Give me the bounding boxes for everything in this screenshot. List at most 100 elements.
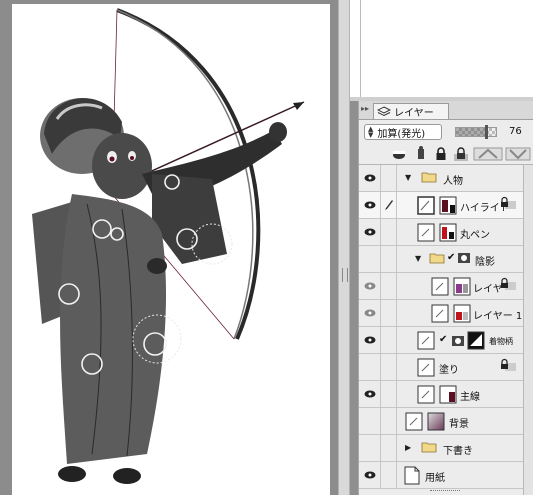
layer-lock-toolbar [359,144,533,165]
edit-target-column[interactable] [381,246,397,272]
layer-list-scrollbar[interactable] [523,165,533,495]
panel-resize-grip[interactable] [430,490,460,494]
eye-icon [364,471,376,479]
layer-list: ▼ 人物 ハイライト 丸ペン ▼ ✔ 陰影 レイヤ レイヤー 1 ✔ 着物柄 塗… [359,165,533,495]
layer-row-layer-a[interactable]: レイヤ [359,273,533,300]
folder-open-icon [421,172,437,183]
blend-row: ▲ ▼ 加算(発光) 76 [359,120,533,144]
layer-thumbnail [431,277,449,296]
layer-row-paper[interactable]: 用紙 [359,462,533,489]
opacity-value[interactable]: 76 [509,126,522,137]
chevron-down-icon[interactable]: ▼ [415,254,421,263]
layer-row-round-pen[interactable]: 丸ペン [359,219,533,246]
layer-name: 下書き [443,446,473,457]
layer-thumbnail [439,223,457,242]
paper-layer-icon [404,466,420,485]
pen-edit-icon [385,200,393,210]
layer-row-background[interactable]: 背景 [359,408,533,435]
visibility-toggle[interactable] [359,462,381,488]
layer-row-main-line[interactable]: 主線 [359,381,533,408]
layer-row-person-folder[interactable]: ▼ 人物 [359,165,533,192]
edit-target-column[interactable] [381,300,397,326]
edit-target-column[interactable] [381,192,397,218]
lock-transparent-icon[interactable] [453,146,469,162]
opacity-slider-handle[interactable] [485,125,489,139]
visibility-toggle[interactable] [359,219,381,245]
layer-thumbnail [453,277,471,296]
edit-target-column[interactable] [381,165,397,191]
visibility-toggle[interactable] [359,165,381,191]
eye-icon [364,174,376,182]
tab-layer[interactable]: レイヤー [373,103,449,119]
edit-target-column[interactable] [381,354,397,380]
edit-target-column[interactable] [381,273,397,299]
visibility-toggle[interactable] [359,192,381,218]
layer-thumbnail [467,331,485,350]
layer-thumbnail [417,358,435,377]
canvas-area[interactable] [0,0,338,495]
eye-icon [364,390,376,398]
layer-thumbnail [417,385,435,404]
layer-name: 陰影 [475,257,495,268]
layer-thumbnail [453,304,471,323]
canvas-panel-splitter[interactable] [338,0,350,495]
layer-mask-icon [452,336,464,346]
layer-merge-icon[interactable] [505,146,531,162]
eye-icon [364,309,376,317]
layer-panel: ▸▸ レイヤー ▲ ▼ 加算(発光) 76 ▼ 人物 ハイライト 丸ペン ▼ ✔… [358,101,533,495]
layer-mask-icon [458,253,470,263]
visibility-toggle[interactable] [359,435,381,461]
edit-target-column[interactable] [381,462,397,488]
chevron-right-icon[interactable]: ▶ [405,443,411,452]
lock-icon [501,196,516,209]
layer-thumbnail [439,196,457,215]
visibility-toggle[interactable] [359,381,381,407]
eye-icon [364,228,376,236]
layer-thumbnail [417,196,435,215]
layer-name: 背景 [449,419,469,430]
layer-row-highlight[interactable]: ハイライト [359,192,533,219]
visibility-toggle[interactable] [359,300,381,326]
layers-icon [377,105,391,116]
edit-target-column[interactable] [381,327,397,353]
layer-thumbnail [439,385,457,404]
layer-row-layer-1[interactable]: レイヤー 1 [359,300,533,327]
layer-row-shadow-folder[interactable]: ▼ ✔ 陰影 [359,246,533,273]
opacity-fill [456,128,487,136]
layer-thumbnail [405,412,423,431]
lock-icon[interactable] [433,146,449,162]
folder-open-icon [429,253,445,264]
visibility-toggle[interactable] [359,327,381,353]
blend-mode-value: 加算(発光) [377,128,426,140]
reference-layer-icon[interactable] [413,146,429,162]
layer-thumbnail [417,223,435,242]
layer-thumbnail [431,304,449,323]
layer-row-fill[interactable]: 塗り [359,354,533,381]
eye-icon [364,336,376,344]
lock-icon [501,277,516,290]
opacity-slider[interactable] [455,125,497,139]
visibility-toggle[interactable] [359,354,381,380]
lock-icon [501,358,516,371]
visibility-toggle[interactable] [359,408,381,434]
visibility-toggle[interactable] [359,246,381,272]
layer-name: レイヤー 1 [473,311,523,322]
layer-transform-icon[interactable] [473,146,503,162]
edit-target-column[interactable] [381,435,397,461]
collapse-arrows-icon[interactable]: ▸▸ [361,104,369,113]
visibility-toggle[interactable] [359,273,381,299]
eye-icon [364,282,376,290]
edit-target-column[interactable] [381,219,397,245]
layer-thumbnail [417,331,435,350]
layer-row-kimono-pattern[interactable]: ✔ 着物柄 [359,327,533,354]
chevron-down-icon[interactable]: ▼ [405,173,411,182]
layer-name: 主線 [460,392,480,403]
blend-mode-select[interactable]: ▲ ▼ 加算(発光) [364,124,442,140]
edit-target-column[interactable] [381,381,397,407]
upper-panel [350,0,533,98]
layer-thumbnail [427,412,445,431]
edit-target-column[interactable] [381,408,397,434]
layer-row-draft-folder[interactable]: ▶ 下書き [359,435,533,462]
layer-name: 人物 [443,176,463,187]
clip-layer-icon[interactable] [391,146,407,162]
